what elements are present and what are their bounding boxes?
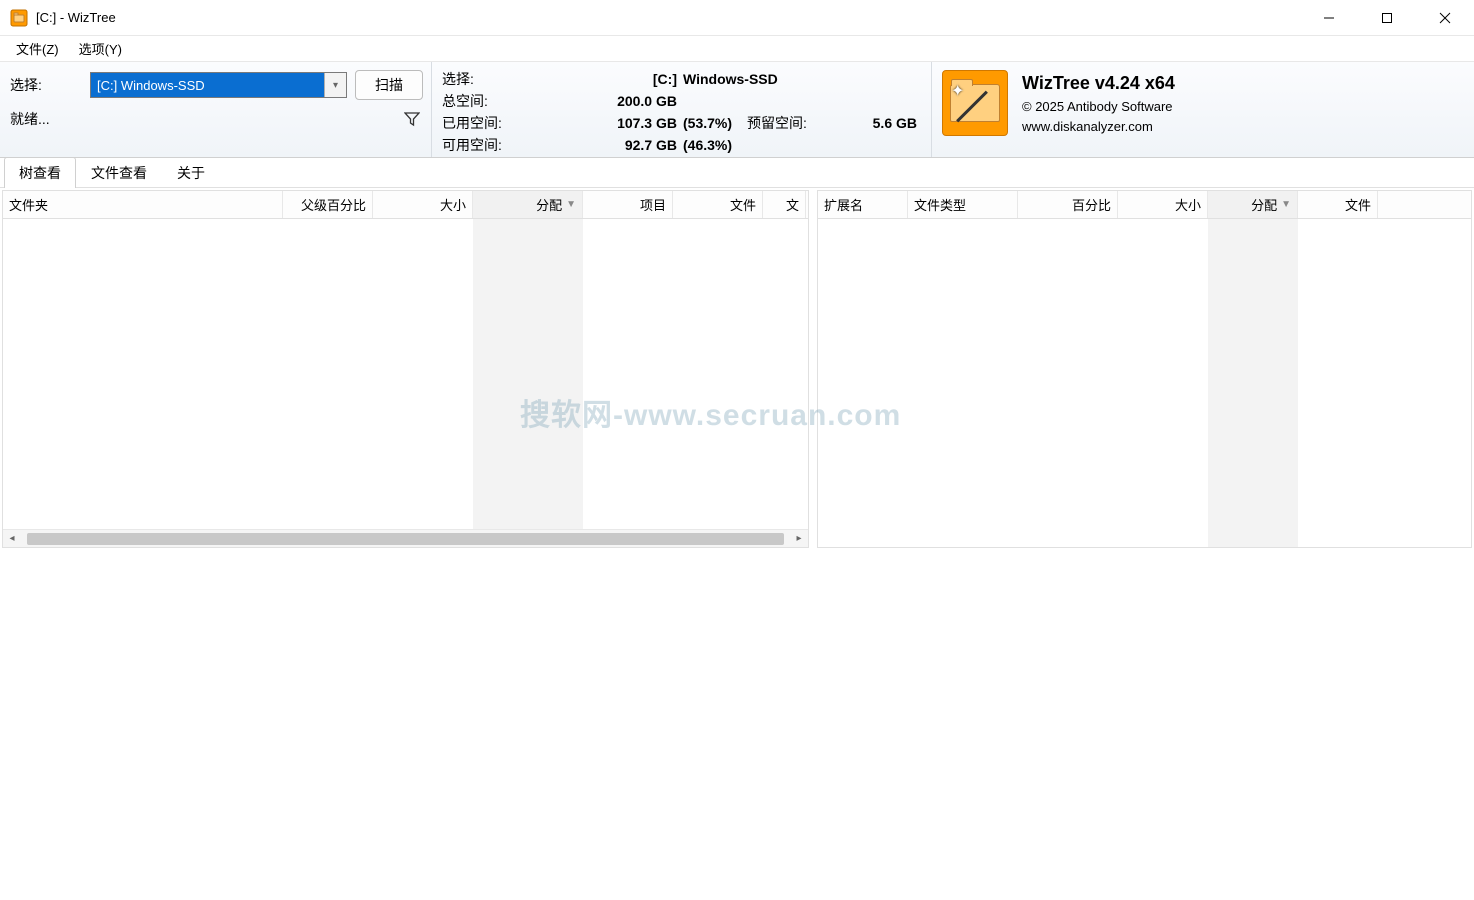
tab-tree-view[interactable]: 树查看 (4, 157, 76, 188)
about-title: WizTree v4.24 x64 (1022, 70, 1175, 97)
scroll-right-icon[interactable]: ▸ (790, 530, 808, 548)
scroll-left-icon[interactable]: ◂ (3, 530, 21, 548)
total-space-label: 总空间: (442, 91, 597, 111)
chevron-down-icon[interactable]: ▾ (324, 73, 346, 97)
menu-options[interactable]: 选项(Y) (69, 37, 132, 60)
drive-combo[interactable]: [C:] Windows-SSD ▾ (90, 72, 347, 98)
scan-button[interactable]: 扫描 (355, 70, 423, 100)
col-items[interactable]: 项目 (583, 191, 673, 218)
about-copyright: © 2025 Antibody Software (1022, 97, 1175, 117)
col-files-r[interactable]: 文件 (1298, 191, 1378, 218)
toolbar-panel: 选择: [C:] Windows-SSD ▾ 扫描 就绪... (0, 62, 432, 157)
free-space-pct: (46.3%) (677, 137, 747, 153)
title-bar: [C:] - WizTree (0, 0, 1474, 36)
disk-select-value: Windows-SSD (677, 71, 778, 87)
extension-grid-header: 扩展名 文件类型 百分比 大小 分配▼ 文件 (818, 191, 1471, 219)
window-title: [C:] - WizTree (36, 10, 116, 25)
col-size-r[interactable]: 大小 (1118, 191, 1208, 218)
free-space-value: 92.7 GB (597, 137, 677, 153)
tab-about[interactable]: 关于 (162, 157, 220, 188)
free-space-label: 可用空间: (442, 135, 597, 155)
col-parent-pct[interactable]: 父级百分比 (283, 191, 373, 218)
sort-desc-icon: ▼ (566, 199, 576, 210)
menu-file[interactable]: 文件(Z) (6, 37, 69, 60)
grids-area: 文件夹 父级百分比 大小 分配▼ 项目 文件 文 ◂ ▸ 扩展名 文件类型 百分… (0, 188, 1474, 550)
folder-tree-grid: 文件夹 父级百分比 大小 分配▼ 项目 文件 文 ◂ ▸ (2, 190, 809, 548)
status-text: 就绪... (10, 109, 50, 129)
used-space-label: 已用空间: (442, 113, 597, 133)
disk-select-prefix: [C:] (597, 71, 677, 87)
used-space-value: 107.3 GB (597, 115, 677, 131)
sort-desc-icon: ▼ (1281, 199, 1291, 210)
extension-grid: 扩展名 文件类型 百分比 大小 分配▼ 文件 (817, 190, 1472, 548)
window-controls (1300, 0, 1474, 36)
reserved-space-label: 预留空间: (747, 113, 837, 133)
used-space-pct: (53.7%) (677, 115, 747, 131)
col-allocated[interactable]: 分配▼ (473, 191, 583, 218)
scroll-thumb[interactable] (27, 533, 784, 545)
col-folder[interactable]: 文件夹 (3, 191, 283, 218)
h-scrollbar[interactable]: ◂ ▸ (3, 529, 808, 547)
col-file-type[interactable]: 文件类型 (908, 191, 1018, 218)
info-panel: 选择: [C:] Windows-SSD ▾ 扫描 就绪... 选择: [C:]… (0, 62, 1474, 158)
app-icon (10, 9, 28, 27)
col-size[interactable]: 大小 (373, 191, 473, 218)
col-ext[interactable]: 扩展名 (818, 191, 908, 218)
folder-grid-body[interactable] (3, 219, 808, 529)
disk-info-panel: 选择: [C:] Windows-SSD 总空间: 200.0 GB 已用空间:… (432, 62, 932, 157)
tab-file-view[interactable]: 文件查看 (76, 157, 162, 188)
col-files[interactable]: 文件 (673, 191, 763, 218)
minimize-button[interactable] (1300, 0, 1358, 36)
drive-combo-value: [C:] Windows-SSD (91, 78, 211, 93)
filter-button[interactable] (401, 108, 423, 130)
sorted-col-bg-r (1208, 219, 1298, 547)
about-text: WizTree v4.24 x64 © 2025 Antibody Softwa… (1022, 70, 1175, 136)
about-panel: ✦ WizTree v4.24 x64 © 2025 Antibody Soft… (932, 62, 1474, 157)
sorted-col-bg (473, 219, 583, 529)
col-folders-cut[interactable]: 文 (763, 191, 806, 218)
reserved-space-value: 5.6 GB (837, 115, 917, 131)
col-allocated-r[interactable]: 分配▼ (1208, 191, 1298, 218)
total-space-value: 200.0 GB (597, 93, 677, 109)
disk-select-label: 选择: (442, 69, 597, 89)
app-logo: ✦ (942, 70, 1008, 136)
about-url: www.diskanalyzer.com (1022, 117, 1175, 137)
col-pct[interactable]: 百分比 (1018, 191, 1118, 218)
extension-grid-body[interactable] (818, 219, 1471, 547)
close-button[interactable] (1416, 0, 1474, 36)
tab-bar: 树查看 文件查看 关于 (0, 158, 1474, 188)
select-label: 选择: (10, 75, 90, 95)
maximize-button[interactable] (1358, 0, 1416, 36)
menu-bar: 文件(Z) 选项(Y) (0, 36, 1474, 62)
folder-grid-header: 文件夹 父级百分比 大小 分配▼ 项目 文件 文 (3, 191, 808, 219)
